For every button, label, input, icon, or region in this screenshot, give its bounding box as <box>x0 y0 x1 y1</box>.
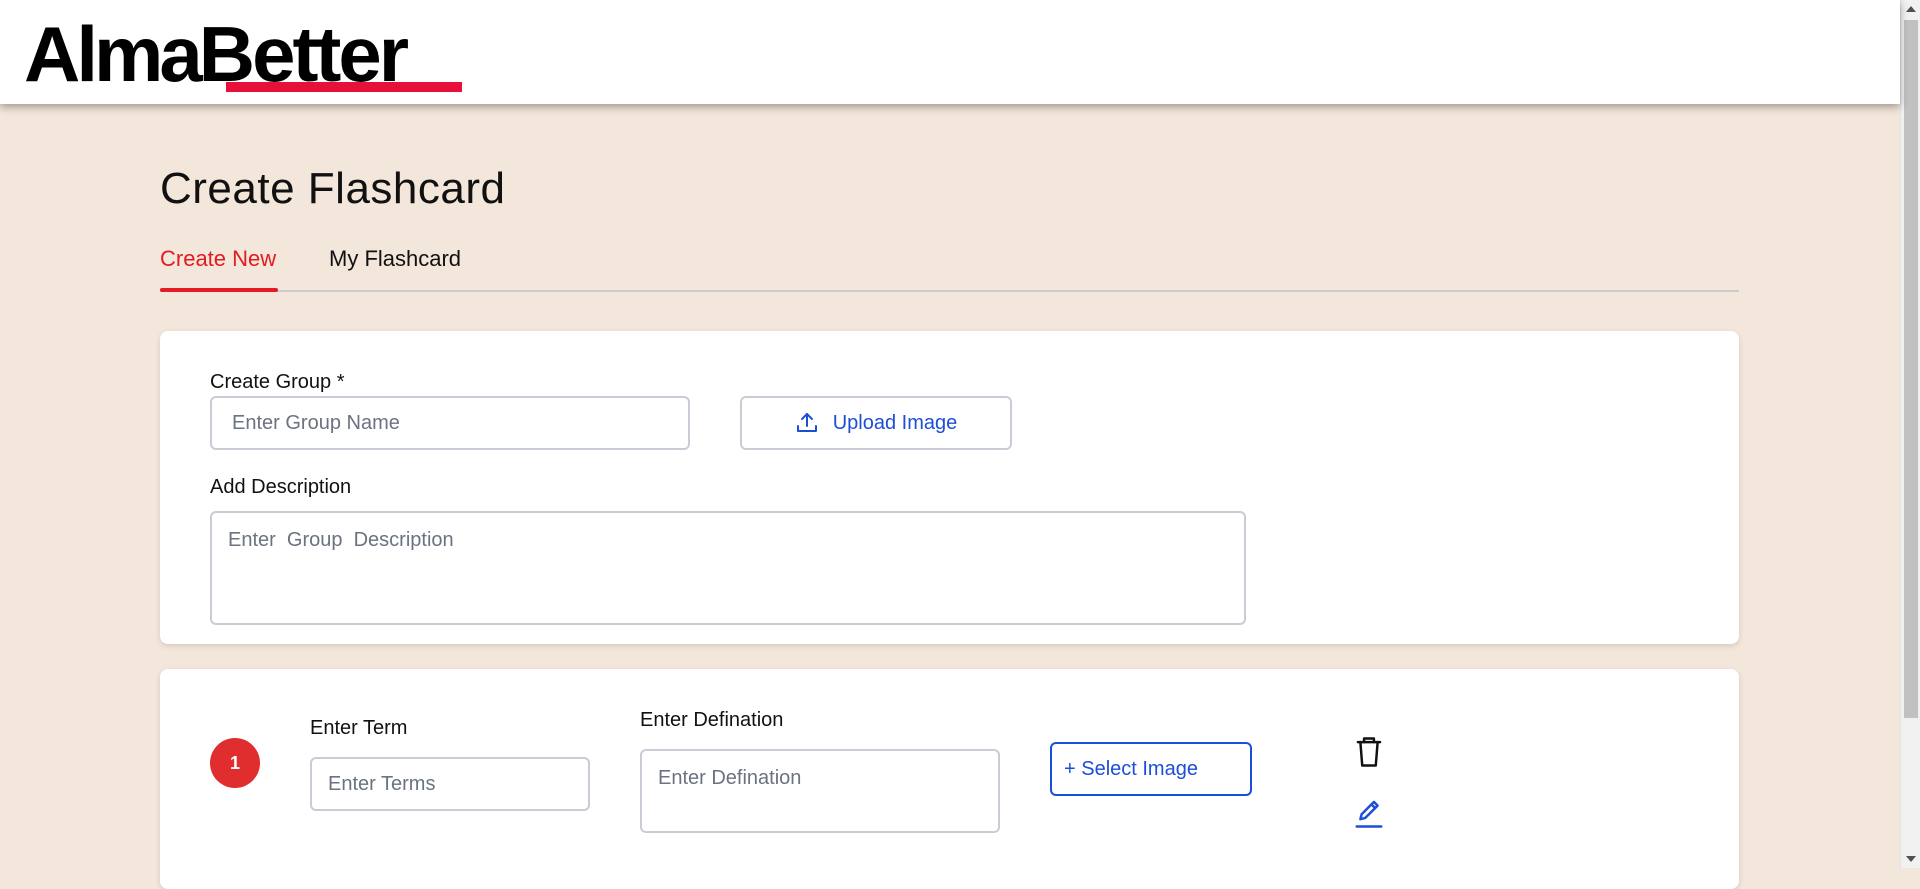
term-card: 1 Enter Term Enter Defination + Select I… <box>160 669 1739 889</box>
group-name-input[interactable] <box>210 396 690 450</box>
flashcard-tabs: Create New My Flashcard <box>160 240 1739 292</box>
group-description-textarea[interactable] <box>210 511 1246 625</box>
enter-term-label: Enter Term <box>310 717 408 739</box>
upload-icon <box>796 413 817 432</box>
upload-image-button[interactable]: Upload Image <box>740 396 1012 450</box>
select-image-button[interactable]: + Select Image <box>1050 742 1252 796</box>
add-description-label: Add Description <box>210 476 352 498</box>
group-form-card: Create Group * Upload Image Add Descript… <box>160 331 1739 644</box>
term-number-badge: 1 <box>210 738 260 788</box>
tab-my-flashcard[interactable]: My Flashcard <box>329 246 461 284</box>
pencil-icon <box>1355 800 1383 828</box>
scrollbar-thumb[interactable] <box>1904 20 1918 718</box>
create-group-label: Create Group * <box>210 371 345 393</box>
almabetter-logo[interactable]: AlmaBetter <box>24 14 464 94</box>
logo-underline <box>226 82 462 92</box>
tab-create-new[interactable]: Create New <box>160 246 278 292</box>
enter-definition-label: Enter Defination <box>640 709 784 731</box>
vertical-scrollbar[interactable] <box>1900 0 1920 868</box>
edit-term-button[interactable] <box>1354 797 1384 834</box>
delete-term-button[interactable] <box>1354 736 1384 773</box>
scroll-up-arrow-icon[interactable] <box>1906 6 1916 12</box>
term-input[interactable] <box>310 757 590 811</box>
page-title: Create Flashcard <box>160 164 506 213</box>
upload-image-label: Upload Image <box>832 411 958 434</box>
top-header: AlmaBetter <box>0 0 1900 104</box>
logo-text-alma: Alma <box>24 10 203 98</box>
trash-icon <box>1356 737 1382 767</box>
scroll-down-arrow-icon[interactable] <box>1906 856 1916 862</box>
definition-textarea[interactable] <box>640 749 1000 833</box>
